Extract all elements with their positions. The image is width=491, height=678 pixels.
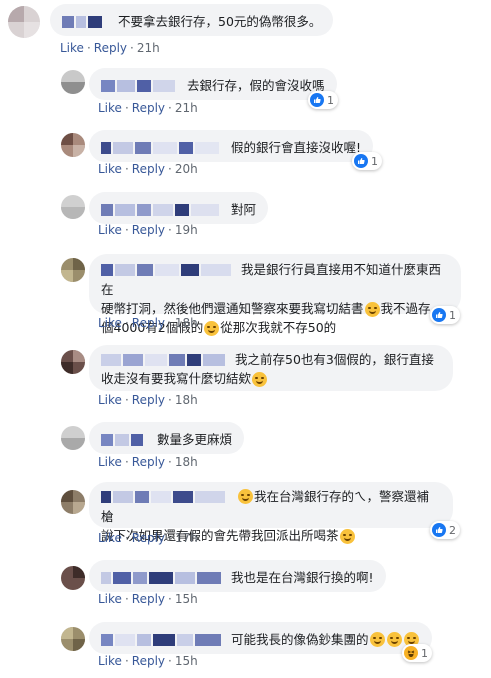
comment-actions: Like · Reply · 20h — [98, 162, 198, 176]
avatar[interactable] — [61, 350, 85, 374]
comment-actions: Like · Reply · 21h — [60, 41, 160, 55]
like-button[interactable]: Like — [98, 531, 122, 545]
comment-bubble: 不要拿去銀行存，50元的偽幣很多。 — [50, 4, 334, 36]
reaction-count[interactable]: 1 — [430, 306, 460, 324]
commenter-name[interactable] — [101, 263, 235, 276]
reply-button[interactable]: Reply — [132, 455, 165, 469]
commenter-name[interactable] — [62, 15, 112, 28]
like-button[interactable]: Like — [98, 223, 122, 237]
avatar[interactable] — [61, 426, 85, 450]
like-button[interactable]: Like — [60, 41, 84, 55]
commenter-name[interactable] — [101, 79, 181, 92]
smiling-emoji — [204, 321, 220, 336]
like-icon — [354, 154, 368, 168]
comment-bubble: 我之前存50也有3個假的，銀行直接 收走沒有要我寫什麼切結欸 — [89, 345, 453, 391]
comment-text-line: 硬幣打洞，然後他們還通知警察來要我寫切結書 — [101, 301, 364, 316]
timestamp[interactable]: 21h — [137, 41, 160, 55]
commenter-name[interactable] — [101, 141, 225, 154]
reply-button[interactable]: Reply — [132, 654, 165, 668]
comment-bubble: 假的銀行會直接沒收喔! — [89, 130, 374, 162]
avatar[interactable] — [61, 133, 85, 157]
comment-bubble: 我是銀行行員直接用不知道什麼東西在 硬幣打洞，然後他們還通知警察來要我寫切結書我… — [89, 254, 461, 336]
like-button[interactable]: Like — [98, 101, 122, 115]
comment-text: 數量多更麻煩 — [157, 432, 233, 447]
like-button[interactable]: Like — [98, 455, 122, 469]
comment-bubble: 我在台灣銀行存的ㄟ，警察還補槍 說下次如果還有假的會先帶我回派出所喝茶 — [89, 482, 453, 544]
avatar[interactable] — [61, 490, 85, 514]
comment-actions: Like · Reply · 17h — [98, 531, 198, 545]
timestamp[interactable]: 17h — [175, 531, 198, 545]
commenter-name[interactable] — [101, 490, 231, 503]
timestamp[interactable]: 21h — [175, 101, 198, 115]
commenter-name[interactable] — [101, 633, 225, 646]
comment-actions: Like · Reply · 19h — [98, 223, 198, 237]
reply-button[interactable]: Reply — [94, 41, 127, 55]
comment-text: 去銀行存，假的會沒收嗎 — [187, 78, 325, 93]
comment-bubble: 對阿 — [89, 192, 269, 224]
timestamp[interactable]: 18h — [175, 455, 198, 469]
reply-button[interactable]: Reply — [132, 101, 165, 115]
reaction-count[interactable]: 1 — [402, 644, 432, 662]
commenter-name[interactable] — [101, 433, 151, 446]
comment-text: 假的銀行會直接沒收喔! — [231, 140, 362, 155]
reaction-count[interactable]: 2 — [430, 521, 460, 539]
like-icon — [310, 93, 324, 107]
timestamp[interactable]: 18h — [175, 316, 198, 330]
avatar[interactable] — [61, 70, 85, 94]
comment-actions: Like · Reply · 18h — [98, 316, 198, 330]
comment-text: 對阿 — [231, 202, 257, 217]
avatar[interactable] — [61, 566, 85, 590]
timestamp[interactable]: 15h — [175, 592, 198, 606]
smiling-emoji — [364, 302, 380, 317]
comment-text-line: 收走沒有要我寫什麼切結欸 — [101, 371, 252, 386]
avatar[interactable] — [61, 195, 85, 219]
like-icon — [432, 308, 446, 322]
comment-actions: Like · Reply · 15h — [98, 654, 198, 668]
comment-text: 我也是在台灣銀行換的啊! — [231, 570, 374, 585]
like-button[interactable]: Like — [98, 162, 122, 176]
comment-text-line: 從那次我就不存50的 — [220, 320, 337, 335]
like-icon — [432, 523, 446, 537]
comment-text-line: 我不過存 — [380, 301, 431, 316]
commenter-name[interactable] — [101, 353, 229, 366]
comment-actions: Like · Reply · 15h — [98, 592, 198, 606]
reply-button[interactable]: Reply — [132, 531, 165, 545]
commenter-name[interactable] — [101, 571, 225, 584]
haha-icon — [404, 646, 418, 660]
avatar[interactable] — [8, 6, 40, 38]
smiling-emoji — [386, 632, 402, 647]
comment-bubble: 我也是在台灣銀行換的啊! — [89, 560, 386, 592]
reaction-count[interactable]: 1 — [308, 91, 338, 109]
reaction-count[interactable]: 1 — [352, 152, 382, 170]
comment-actions: Like · Reply · 18h — [98, 393, 198, 407]
reply-button[interactable]: Reply — [132, 592, 165, 606]
comment-text: 可能我長的像偽鈔集團的 — [231, 632, 369, 647]
comment-text: 不要拿去銀行存，50元的偽幣很多。 — [118, 14, 322, 29]
comment-bubble: 可能我長的像偽鈔集團的 — [89, 622, 432, 654]
comment-text-line: 我之前存50也有3個假的，銀行直接 — [235, 352, 434, 367]
like-button[interactable]: Like — [98, 316, 122, 330]
comment-bubble: 數量多更麻煩 — [89, 422, 245, 454]
timestamp[interactable]: 15h — [175, 654, 198, 668]
like-button[interactable]: Like — [98, 654, 122, 668]
like-button[interactable]: Like — [98, 393, 122, 407]
smiling-emoji — [252, 372, 268, 387]
reply-button[interactable]: Reply — [132, 393, 165, 407]
comment-bubble: 去銀行存，假的會沒收嗎 — [89, 68, 337, 100]
smiling-emoji — [369, 632, 385, 647]
reply-button[interactable]: Reply — [132, 162, 165, 176]
reply-button[interactable]: Reply — [132, 316, 165, 330]
timestamp[interactable]: 19h — [175, 223, 198, 237]
smiling-emoji — [339, 529, 355, 544]
like-button[interactable]: Like — [98, 592, 122, 606]
timestamp[interactable]: 18h — [175, 393, 198, 407]
avatar[interactable] — [61, 627, 85, 651]
reply-button[interactable]: Reply — [132, 223, 165, 237]
comment-actions: Like · Reply · 18h — [98, 455, 198, 469]
avatar[interactable] — [61, 258, 85, 282]
comment-actions: Like · Reply · 21h — [98, 101, 198, 115]
timestamp[interactable]: 20h — [175, 162, 198, 176]
commenter-name[interactable] — [101, 203, 225, 216]
smiling-emoji — [238, 489, 253, 504]
